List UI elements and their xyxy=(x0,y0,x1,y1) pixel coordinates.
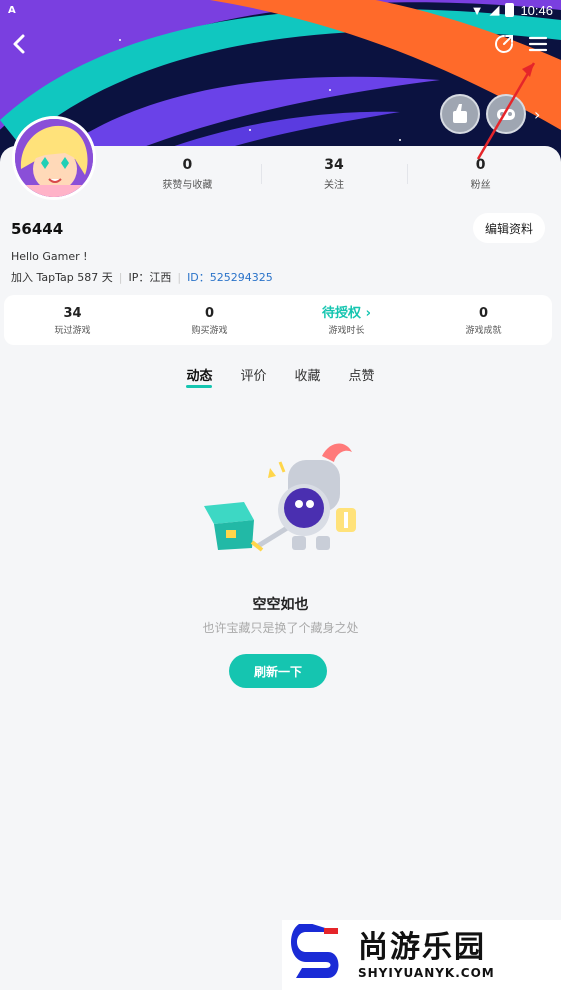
clock: 10:46 xyxy=(520,2,553,18)
battery-icon xyxy=(505,3,515,17)
play-time[interactable]: 待授权 › 游戏时长 xyxy=(278,305,415,336)
games-played[interactable]: 34 玩过游戏 xyxy=(4,305,141,336)
tab-likes[interactable]: 点赞 xyxy=(349,365,375,388)
stat-label: 粉丝 xyxy=(470,180,491,191)
bio: Hello Gamer ! xyxy=(11,250,88,263)
stat-label: 游戏成就 xyxy=(465,325,502,336)
stat-value: 34 xyxy=(324,157,344,173)
status-right: ▼ ◢ 10:46 xyxy=(471,2,553,18)
back-button[interactable] xyxy=(8,30,32,58)
watermark-domain: SHYIYUANYK.COM xyxy=(358,966,495,980)
watermark: 尚游乐园 SHYIYUANYK.COM xyxy=(282,920,561,990)
profile-meta: 加入 TapTap 587 天 | IP：江西 | ID：525294325 xyxy=(11,269,273,285)
stat-label: 购买游戏 xyxy=(191,325,228,336)
stat-value-row: 待授权 › xyxy=(278,305,415,322)
status-bar: A ▼ ◢ 10:46 xyxy=(0,0,561,20)
tab-favorites[interactable]: 收藏 xyxy=(295,365,321,388)
stat-value: 0 xyxy=(182,157,193,173)
content-tabs: 动态 评价 收藏 点赞 xyxy=(0,365,561,388)
stat-value: 待授权 xyxy=(322,305,362,321)
wifi-icon: ▼ xyxy=(470,2,484,18)
notification-indicator: A xyxy=(8,4,16,16)
joined-days: 加入 TapTap 587 天 xyxy=(11,271,113,284)
user-id[interactable]: ID：525294325 xyxy=(187,269,273,285)
menu-icon xyxy=(528,36,548,52)
share-button[interactable] xyxy=(492,32,516,56)
games-purchased[interactable]: 0 购买游戏 xyxy=(141,305,278,336)
avatar-image xyxy=(15,119,93,197)
stat-value: 0 xyxy=(204,305,215,321)
watermark-logo xyxy=(291,924,339,978)
empty-state-illustration xyxy=(204,443,356,552)
menu-button[interactable] xyxy=(526,32,550,56)
achievements[interactable]: 0 游戏成就 xyxy=(415,305,552,336)
chevron-left-icon xyxy=(13,34,25,54)
avatar[interactable] xyxy=(12,116,96,200)
empty-title: 空空如也 xyxy=(252,597,309,613)
annotation-arrow xyxy=(476,62,536,160)
stat-likes[interactable]: 0 获赞与收藏 xyxy=(114,156,261,191)
stat-value: 34 xyxy=(63,305,82,321)
stat-following[interactable]: 34 关注 xyxy=(260,156,408,191)
game-stats: 34 玩过游戏 0 购买游戏 待授权 › 游戏时长 0 游戏成就 xyxy=(4,295,552,345)
edit-profile-button[interactable]: 编辑资料 xyxy=(473,213,545,243)
refresh-button[interactable]: 刷新一下 xyxy=(229,654,327,688)
watermark-text: 尚游乐园 SHYIYUANYK.COM xyxy=(358,930,495,980)
empty-subtitle: 也许宝藏只是换了个藏身之处 xyxy=(202,621,359,635)
ip-location: IP：江西 xyxy=(128,271,172,284)
share-icon xyxy=(495,35,513,53)
watermark-brand: 尚游乐园 xyxy=(358,930,486,965)
stat-value: 0 xyxy=(478,305,489,321)
stat-label: 关注 xyxy=(324,180,344,191)
divider: | xyxy=(177,270,182,284)
signal-icon: ◢ xyxy=(489,2,500,17)
username: 56444 xyxy=(11,220,64,238)
tab-activity[interactable]: 动态 xyxy=(186,365,213,388)
stat-label: 玩过游戏 xyxy=(54,325,91,336)
tab-reviews[interactable]: 评价 xyxy=(240,365,266,388)
stat-label: 获赞与收藏 xyxy=(162,180,213,191)
chevron-right-icon: › xyxy=(365,305,371,321)
divider: | xyxy=(118,270,123,284)
stat-label: 游戏时长 xyxy=(328,325,365,336)
